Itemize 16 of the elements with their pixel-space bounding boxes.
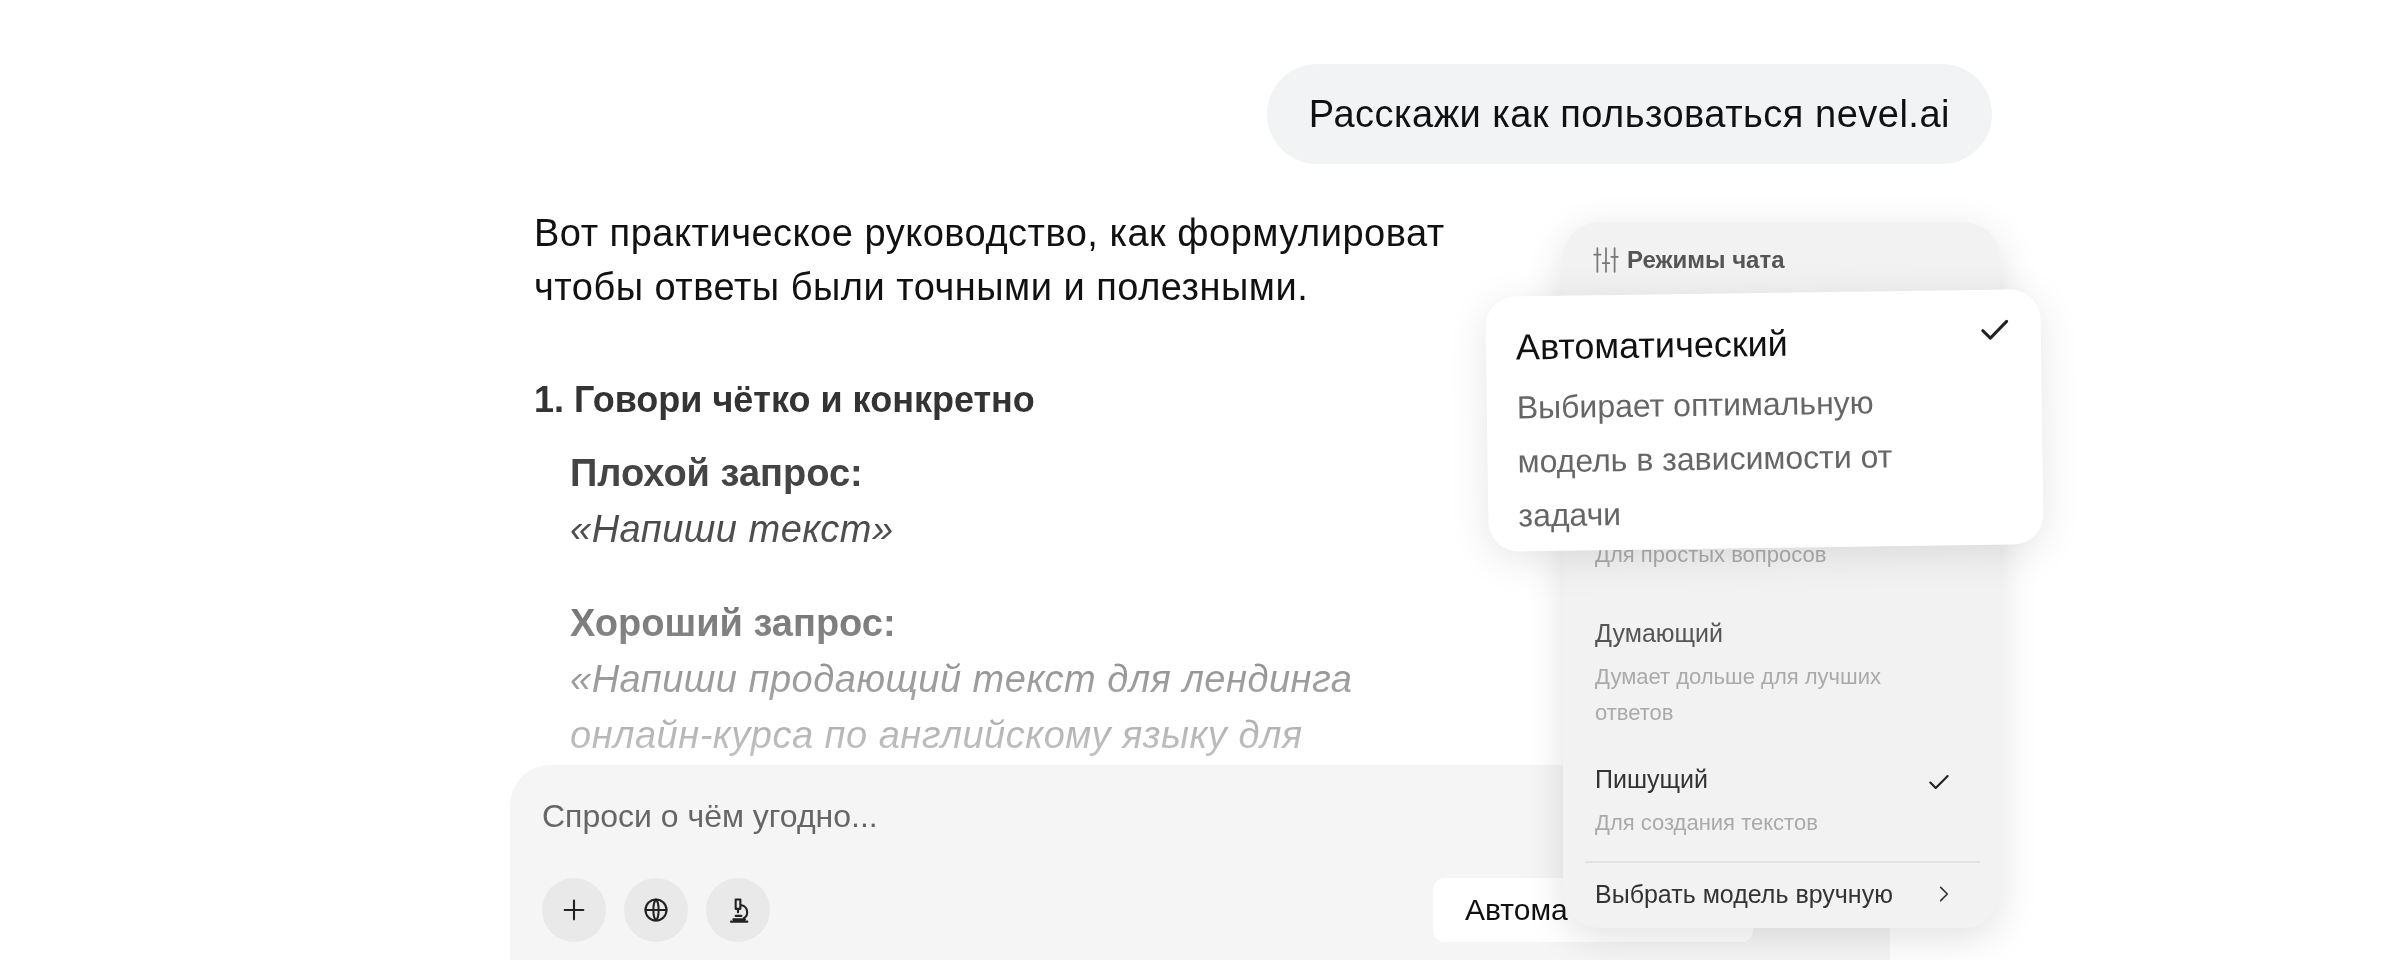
- option-title: Пишущий: [1595, 764, 1709, 795]
- example-text: онлайн-курса по английскому языку для: [570, 713, 1303, 758]
- example-text: «Напиши продающий текст для лендинга: [570, 657, 1353, 702]
- section-heading: 1. Говори чётко и конкретно: [534, 378, 1035, 422]
- option-description: Думает дольше для лучших ответов: [1595, 663, 1882, 727]
- example-text: «Напиши текст»: [570, 507, 894, 552]
- example-label: Хороший запрос:: [570, 601, 896, 646]
- option-description: Выбирает оптимальную модель в зависимости от задачи: [1516, 383, 1894, 536]
- option-title: Думающий: [1595, 618, 1725, 649]
- option-description: Для создания текстов: [1595, 809, 1819, 837]
- user-message-bubble: Расскажи как пользоваться nevel.ai: [1266, 64, 1992, 164]
- example-label: Плохой запрос:: [570, 451, 863, 496]
- response-text: Вот практическое руководство, как формулироват: [534, 211, 1445, 256]
- response-text: чтобы ответы были точными и полезными.: [534, 265, 1309, 310]
- option-title: Автоматический: [1515, 321, 1789, 370]
- menu-title: Режимы чата: [1627, 246, 1785, 274]
